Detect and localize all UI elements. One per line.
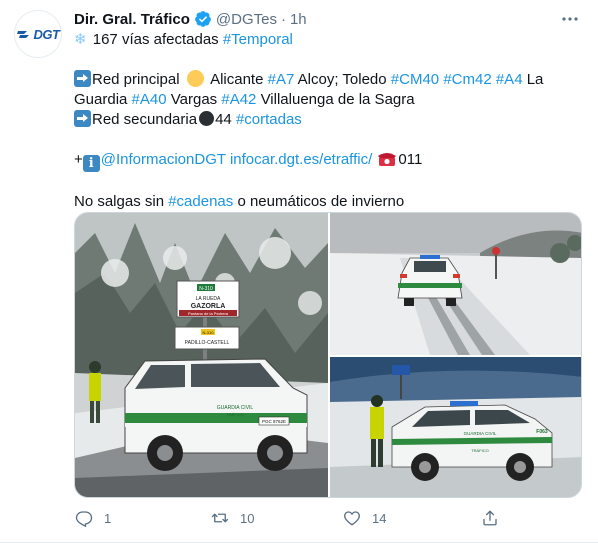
tweet-header: Dir. Gral. Tráfico @DGTes · 1h	[74, 9, 307, 29]
secondary-count: 44	[215, 111, 232, 128]
hashtag-cm40[interactable]: #CM40	[391, 71, 439, 88]
tweet-text: ❄ 167 vías afectadas #Temporal Red princ…	[74, 30, 584, 212]
suv-plate: PGC 8762E	[262, 419, 286, 424]
red-secundaria-label: Red secundaria	[92, 111, 198, 128]
author-name[interactable]: Dir. Gral. Tráfico	[74, 11, 190, 28]
chains-text-after: o neumáticos de invierno	[237, 193, 405, 210]
like-button[interactable]: 14	[342, 508, 386, 528]
tweet-timestamp[interactable]: 1h	[290, 11, 307, 28]
header-separator: ·	[280, 10, 286, 28]
verified-badge-icon	[194, 10, 212, 28]
mention-informaciondgt[interactable]: @InformacionDGT	[101, 151, 226, 168]
hashtag-a4[interactable]: #A4	[496, 71, 523, 88]
plus-prefix: +	[74, 151, 83, 168]
share-button[interactable]	[480, 508, 500, 528]
share-icon	[480, 508, 500, 528]
dgt-logo-icon	[16, 31, 29, 38]
suv-text-1: GUARDIA CIVIL	[217, 405, 254, 411]
snowflake-icon: ❄	[74, 31, 87, 48]
hashtag-cm42[interactable]: #Cm42	[443, 71, 491, 88]
place-villaluenga: Villaluenga de la Sagra	[260, 91, 415, 108]
text-line-3: Red secundaria 44 #cortadas	[74, 110, 584, 130]
photo-guardia-civil-car-officer[interactable]: GUARDIA CIVIL TRÁFICO F063	[330, 357, 581, 497]
text-line-1: ❄ 167 vías afectadas #Temporal	[74, 30, 584, 50]
sign-line-2: GAZORLA	[191, 303, 226, 310]
sign-lower-text: PADILLO-CASTELL	[185, 340, 230, 346]
phone-number: 011	[398, 151, 423, 168]
reply-button[interactable]: 1	[74, 508, 111, 528]
like-count: 14	[372, 510, 387, 526]
tweet-card[interactable]: DGT Dir. Gral. Tráfico @DGTes · 1h ❄ 167…	[0, 0, 598, 543]
retweet-count: 10	[240, 510, 255, 526]
tweet-actions: 1 10 14	[74, 508, 514, 530]
yellow-circle-icon	[186, 70, 204, 87]
reply-icon	[74, 508, 94, 528]
sign-lower-number: N-310	[203, 330, 215, 335]
car-text-2: TRÁFICO	[471, 448, 489, 453]
author-handle[interactable]: @DGTes	[216, 11, 277, 28]
black-circle-icon	[199, 111, 215, 126]
sign-line-3: Pantano de la Pedrera	[188, 311, 229, 316]
red-principal-label: Red principal	[92, 71, 180, 88]
hashtag-a7[interactable]: #A7	[268, 71, 295, 88]
hashtag-a40[interactable]: #A40	[132, 91, 167, 108]
text-line-5: No salgas sin #cadenas o neumáticos de i…	[74, 192, 584, 212]
like-icon	[342, 508, 362, 528]
place-alcoy-toledo: Alcoy; Toledo	[297, 71, 387, 88]
info-icon: i	[82, 155, 100, 172]
hashtag-cadenas[interactable]: #cadenas	[168, 193, 233, 210]
hashtag-cortadas[interactable]: #cortadas	[236, 111, 302, 128]
avatar[interactable]: DGT	[14, 10, 62, 58]
reply-count: 1	[104, 510, 112, 526]
text-line-2: Red principal Alicante #A7 Alcoy; Toledo…	[74, 70, 584, 110]
place-alicante: Alicante	[210, 71, 264, 88]
hashtag-a42[interactable]: #A42	[221, 91, 256, 108]
photo-guardia-civil-suv-sign[interactable]: N-310 LA RUEDA GAZORLA Pantano de la Ped…	[75, 213, 328, 497]
photo-guardia-civil-car-road[interactable]	[330, 213, 581, 355]
arrow-right-icon	[74, 70, 91, 87]
telephone-icon	[378, 153, 397, 166]
media-grid: N-310 LA RUEDA GAZORLA Pantano de la Ped…	[74, 212, 582, 498]
suv-text-2: TRÁFICO	[226, 412, 244, 417]
arrow-right-icon	[74, 110, 91, 127]
retweet-icon	[210, 508, 230, 528]
text-line-4: + i @InformacionDGT infocar.dgt.es/etraffi…	[74, 150, 584, 172]
sign-line-1: LA RUEDA	[196, 296, 221, 302]
avatar-logo-text: DGT	[33, 26, 60, 42]
car-text-1: GUARDIA CIVIL	[464, 431, 497, 436]
chains-text-before: No salgas sin	[74, 193, 165, 210]
link-infocar[interactable]: infocar.dgt.es/etraffic/	[230, 151, 372, 168]
sign-road-number: N-310	[199, 286, 213, 292]
car-id: F063	[536, 429, 548, 435]
hashtag-temporal[interactable]: #Temporal	[223, 31, 293, 48]
more-icon[interactable]	[560, 11, 580, 27]
place-vargas: Vargas	[170, 91, 218, 108]
retweet-button[interactable]: 10	[210, 508, 254, 528]
affected-roads-count: 167 vías afectadas	[92, 31, 219, 48]
